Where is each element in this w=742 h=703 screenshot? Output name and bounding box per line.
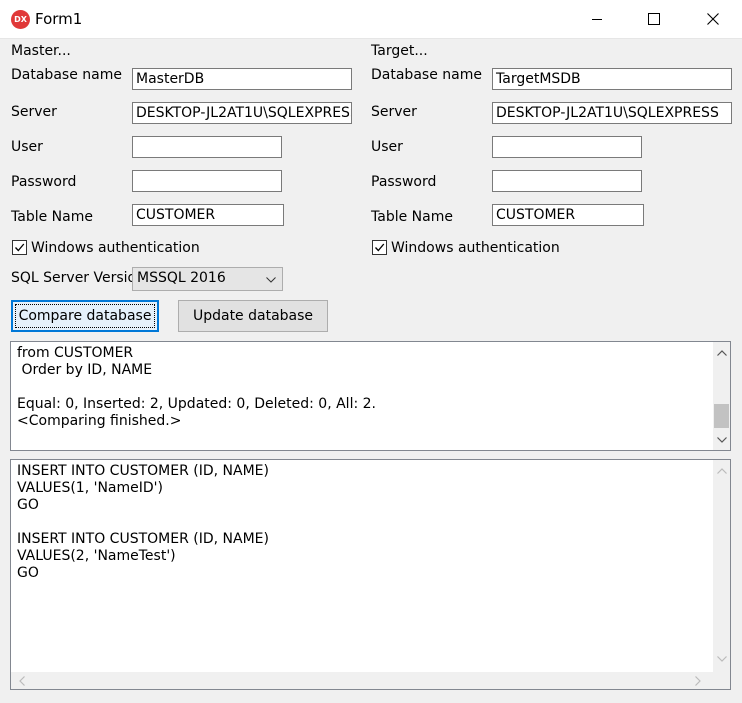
update-database-label: Update database — [192, 308, 314, 324]
target-winauth-label: Windows authentication — [391, 240, 560, 256]
script-line: INSERT INTO CUSTOMER (ID, NAME) — [17, 531, 269, 547]
master-password-field[interactable] — [132, 170, 282, 192]
close-button[interactable] — [684, 0, 742, 38]
checkmark-icon — [375, 243, 385, 252]
script-line: VALUES(1, 'NameID') — [17, 480, 163, 496]
script-horizontal-scrollbar[interactable] — [11, 672, 713, 689]
scroll-down-arrow[interactable] — [713, 650, 730, 667]
master-user-label: User — [11, 139, 43, 155]
master-database-field[interactable]: MasterDB — [132, 68, 352, 90]
master-server-label: Server — [11, 104, 57, 120]
minimize-icon — [592, 19, 602, 20]
scroll-thumb[interactable] — [714, 404, 729, 428]
maximize-button[interactable] — [625, 0, 683, 38]
script-line: GO — [17, 565, 39, 581]
master-winauth-checkbox[interactable] — [12, 240, 27, 255]
chevron-left-icon — [18, 675, 25, 686]
checkmark-icon — [15, 243, 25, 252]
log-line: Equal: 0, Inserted: 2, Updated: 0, Delet… — [17, 396, 376, 412]
master-database-label: Database name — [11, 67, 122, 83]
script-vertical-scrollbar[interactable] — [713, 460, 730, 672]
target-user-field[interactable] — [492, 136, 642, 158]
target-database-label: Database name — [371, 67, 482, 83]
compare-database-button[interactable]: Compare database — [11, 300, 159, 332]
script-line: VALUES(2, 'NameTest') — [17, 548, 176, 564]
minimize-button[interactable] — [568, 0, 626, 38]
target-table-field[interactable]: CUSTOMER — [492, 204, 644, 226]
scroll-left-arrow[interactable] — [13, 672, 30, 689]
title-bar: DX Form1 — [0, 0, 742, 39]
script-memo[interactable]: INSERT INTO CUSTOMER (ID, NAME) VALUES(1,… — [10, 459, 731, 690]
master-user-field[interactable] — [132, 136, 282, 158]
log-line: <Comparing finished.> — [17, 413, 182, 429]
chevron-down-icon — [716, 436, 727, 443]
close-icon — [707, 13, 719, 25]
target-password-label: Password — [371, 174, 437, 190]
app-icon: DX — [11, 10, 30, 29]
target-header: Target... — [371, 43, 428, 59]
sql-version-label: SQL Server Version — [11, 270, 145, 286]
sql-version-value: MSSQL 2016 — [137, 270, 226, 286]
log-line: Order by ID, NAME — [17, 362, 153, 378]
target-winauth-checkbox[interactable] — [372, 240, 387, 255]
target-database-field[interactable]: TargetMSDB — [492, 68, 732, 90]
target-table-label: Table Name — [371, 209, 453, 225]
chevron-down-icon — [266, 277, 276, 283]
log-memo[interactable]: from CUSTOMER Order by ID, NAME Equal: 0,… — [10, 341, 731, 451]
scroll-up-arrow[interactable] — [713, 462, 730, 479]
scroll-up-arrow[interactable] — [713, 344, 730, 361]
master-table-field[interactable]: CUSTOMER — [132, 204, 284, 226]
scroll-right-arrow[interactable] — [689, 672, 706, 689]
log-line: from CUSTOMER — [17, 345, 134, 361]
target-user-label: User — [371, 139, 403, 155]
master-password-label: Password — [11, 174, 77, 190]
focus-rect — [15, 304, 155, 328]
chevron-up-icon — [716, 467, 727, 474]
target-server-field[interactable]: DESKTOP-JL2AT1U\SQLEXPRESS — [492, 102, 732, 124]
master-header: Master... — [11, 43, 71, 59]
window-title: Form1 — [35, 10, 83, 28]
chevron-right-icon — [694, 675, 701, 686]
target-server-label: Server — [371, 104, 417, 120]
log-vertical-scrollbar[interactable] — [713, 342, 730, 450]
scroll-corner — [713, 672, 730, 689]
target-password-field[interactable] — [492, 170, 642, 192]
script-line: INSERT INTO CUSTOMER (ID, NAME) — [17, 463, 269, 479]
master-server-field[interactable]: DESKTOP-JL2AT1U\SQLEXPRESS — [132, 102, 352, 124]
sql-version-select[interactable]: MSSQL 2016 — [132, 267, 283, 291]
script-line: GO — [17, 497, 39, 513]
chevron-down-icon — [716, 655, 727, 662]
master-winauth-label: Windows authentication — [31, 240, 200, 256]
master-table-label: Table Name — [11, 209, 93, 225]
chevron-up-icon — [716, 349, 727, 356]
scroll-down-arrow[interactable] — [713, 431, 730, 448]
update-database-button[interactable]: Update database — [178, 300, 328, 332]
maximize-icon — [648, 13, 660, 25]
